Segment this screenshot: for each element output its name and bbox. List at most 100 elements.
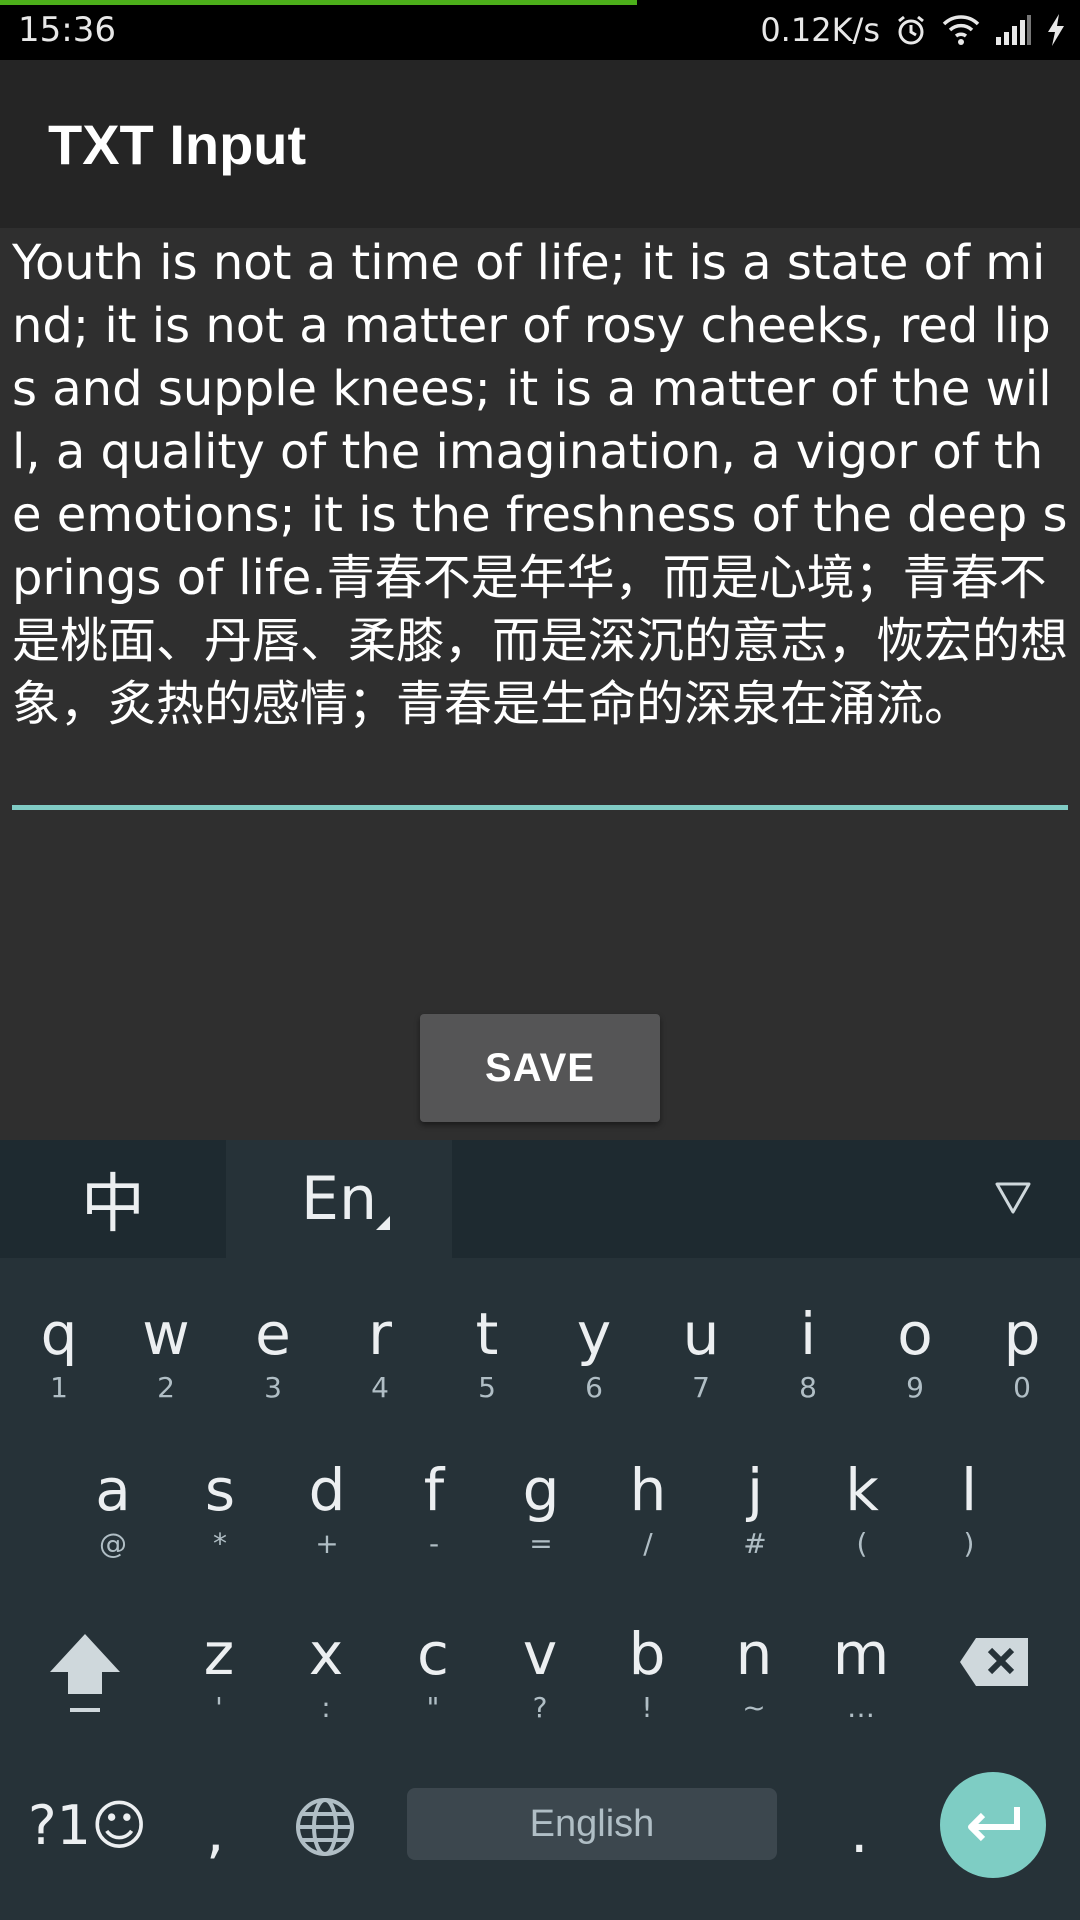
charging-icon bbox=[1046, 14, 1066, 46]
key-m[interactable]: m… bbox=[821, 1622, 901, 1724]
key-label: l bbox=[960, 1456, 978, 1524]
key-t[interactable]: t5 bbox=[447, 1302, 527, 1404]
key-secondary-label: = bbox=[529, 1527, 553, 1560]
text-input-value[interactable]: Youth is not a time of life; it is a sta… bbox=[12, 228, 1068, 736]
key-secondary-label: ( bbox=[856, 1527, 868, 1560]
backspace-icon bbox=[960, 1638, 1028, 1686]
key-d[interactable]: d + bbox=[287, 1458, 367, 1560]
key-j[interactable]: j # bbox=[715, 1458, 795, 1560]
key-secondary-label: " bbox=[426, 1691, 440, 1724]
key-label: t bbox=[475, 1300, 499, 1368]
comma-key[interactable]: , bbox=[206, 1800, 224, 1864]
triangle-down-icon[interactable] bbox=[994, 1178, 1032, 1220]
key-k[interactable]: k( bbox=[822, 1458, 902, 1560]
english-mode-tab[interactable]: En bbox=[226, 1140, 452, 1258]
key-secondary-label: ~ bbox=[742, 1691, 766, 1724]
space-key[interactable]: English bbox=[407, 1788, 777, 1860]
key-x[interactable]: x: bbox=[286, 1622, 366, 1724]
key-label: p bbox=[1003, 1300, 1041, 1368]
key-u[interactable]: u7 bbox=[661, 1302, 741, 1404]
key-label: e bbox=[255, 1300, 291, 1368]
key-i[interactable]: i8 bbox=[768, 1302, 848, 1404]
key-secondary-label: … bbox=[847, 1691, 875, 1724]
key-label: i bbox=[799, 1300, 817, 1368]
key-label: m bbox=[832, 1620, 890, 1688]
period-key[interactable]: . bbox=[850, 1800, 868, 1864]
key-label: s bbox=[204, 1456, 236, 1524]
key-label: u bbox=[682, 1300, 720, 1368]
globe-key[interactable] bbox=[294, 1796, 356, 1858]
key-secondary-label: @ bbox=[99, 1527, 127, 1560]
key-v[interactable]: v? bbox=[500, 1622, 580, 1724]
key-secondary-label: 5 bbox=[478, 1371, 496, 1404]
key-secondary-label: : bbox=[321, 1691, 331, 1724]
key-secondary-label: ) bbox=[963, 1527, 975, 1560]
key-label: k bbox=[845, 1456, 879, 1524]
enter-key[interactable] bbox=[940, 1772, 1046, 1878]
key-label: h bbox=[629, 1456, 667, 1524]
key-label: q bbox=[40, 1300, 78, 1368]
loading-progress-line bbox=[0, 0, 637, 5]
key-c[interactable]: c " bbox=[393, 1622, 473, 1724]
key-o[interactable]: o9 bbox=[875, 1302, 955, 1404]
symbols-emoji-key[interactable]: ?1☺ bbox=[28, 1794, 147, 1858]
save-button[interactable]: SAVE bbox=[420, 1014, 660, 1122]
key-label: o bbox=[897, 1300, 933, 1368]
key-secondary-label: 4 bbox=[371, 1371, 389, 1404]
key-e[interactable]: e3 bbox=[233, 1302, 313, 1404]
key-secondary-label: # bbox=[743, 1527, 767, 1560]
key-label: b bbox=[628, 1620, 666, 1688]
key-secondary-label: 9 bbox=[906, 1371, 924, 1404]
key-secondary-label: / bbox=[643, 1527, 653, 1560]
text-input-field[interactable]: Youth is not a time of life; it is a sta… bbox=[12, 228, 1068, 810]
key-f[interactable]: f- bbox=[394, 1458, 474, 1560]
english-mode-label: En bbox=[301, 1164, 377, 1234]
comma-key-label: , bbox=[206, 1798, 225, 1866]
backspace-key[interactable] bbox=[958, 1636, 1030, 1688]
key-secondary-label: 0 bbox=[1013, 1371, 1031, 1404]
key-label: a bbox=[95, 1456, 131, 1524]
key-label: c bbox=[417, 1620, 449, 1688]
input-underline bbox=[12, 805, 1068, 810]
key-g[interactable]: g = bbox=[501, 1458, 581, 1560]
key-label: d bbox=[308, 1456, 346, 1524]
shift-icon bbox=[50, 1634, 120, 1712]
signal-icon bbox=[994, 15, 1032, 45]
key-label: v bbox=[522, 1620, 558, 1688]
page-title: TXT Input bbox=[48, 113, 307, 176]
key-r[interactable]: r4 bbox=[340, 1302, 420, 1404]
key-z[interactable]: z ' bbox=[179, 1622, 259, 1724]
key-q[interactable]: q1 bbox=[19, 1302, 99, 1404]
period-key-label: . bbox=[850, 1798, 869, 1866]
net-speed: 0.12K/s bbox=[760, 11, 880, 49]
key-b[interactable]: b! bbox=[607, 1622, 687, 1724]
key-secondary-label: 6 bbox=[585, 1371, 603, 1404]
key-label: w bbox=[142, 1300, 190, 1368]
key-label: n bbox=[735, 1620, 773, 1688]
key-label: y bbox=[576, 1300, 612, 1368]
key-secondary-label: ' bbox=[215, 1691, 223, 1724]
key-label: f bbox=[423, 1456, 445, 1524]
corner-indicator-icon bbox=[376, 1216, 390, 1230]
globe-icon bbox=[296, 1798, 354, 1856]
key-h[interactable]: h / bbox=[608, 1458, 688, 1560]
status-icons: 0.12K/s bbox=[760, 10, 1066, 50]
key-l[interactable]: l) bbox=[929, 1458, 1009, 1560]
status-time: 15:36 bbox=[18, 10, 116, 50]
key-s[interactable]: s * bbox=[180, 1458, 260, 1560]
key-secondary-label: 3 bbox=[264, 1371, 282, 1404]
key-w[interactable]: w2 bbox=[126, 1302, 206, 1404]
key-p[interactable]: p0 bbox=[982, 1302, 1062, 1404]
shift-key[interactable] bbox=[48, 1632, 122, 1714]
status-bar: 15:36 0.12K/s bbox=[0, 0, 1080, 60]
wifi-icon bbox=[942, 14, 980, 46]
enter-icon bbox=[968, 1807, 1020, 1842]
key-y[interactable]: y6 bbox=[554, 1302, 634, 1404]
key-a[interactable]: a @ bbox=[73, 1458, 153, 1560]
alarm-icon bbox=[894, 13, 928, 47]
key-label: g bbox=[522, 1456, 560, 1524]
key-secondary-label: ? bbox=[532, 1691, 548, 1724]
chinese-mode-tab[interactable]: 中 bbox=[0, 1140, 226, 1258]
key-n[interactable]: n ~ bbox=[714, 1622, 794, 1724]
key-label: x bbox=[308, 1620, 344, 1688]
